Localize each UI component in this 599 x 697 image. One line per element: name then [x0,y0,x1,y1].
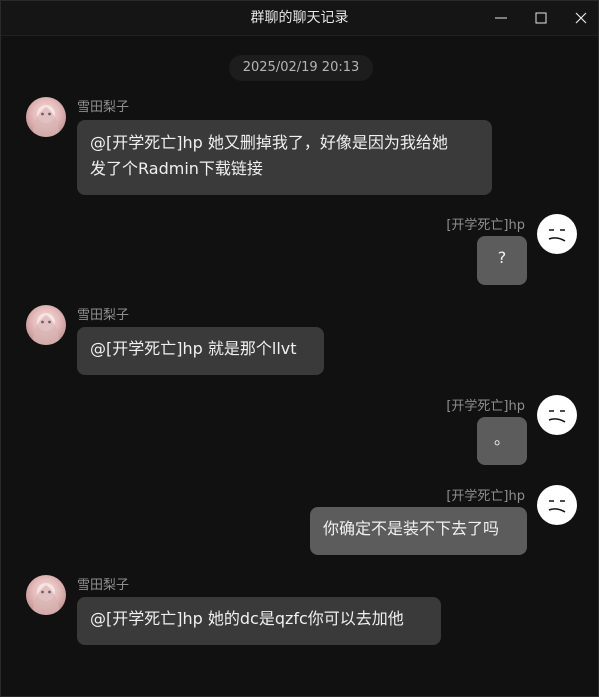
message-bubble[interactable]: @[开学死亡]hp 她的dc是qzfc你可以去加他 [77,597,441,645]
sender-name: 雪田梨子 [77,100,130,115]
message-text: @[开学死亡]hp 她的dc是qzfc你可以去加他 [90,609,404,628]
sender-avatar[interactable] [26,305,66,345]
close-button[interactable] [561,1,599,35]
meh-face-avatar-icon [548,500,566,513]
chat-history-window: 群聊的聊天记录 2025/02/19 20:13 雪田梨子 @[开学死亡]hp … [0,0,599,697]
message-bubble[interactable]: @[开学死亡]hp 她又删掉我了，好像是因为我给她 发了个Radmin下载链接 [77,120,492,195]
message-bubble[interactable]: @[开学死亡]hp 就是那个llvt [77,327,324,375]
maximize-button[interactable] [521,1,561,35]
self-avatar[interactable] [537,485,577,525]
sender-name: [开学死亡]hp [446,218,525,233]
date-separator: 2025/02/19 20:13 [229,55,373,81]
title-bar: 群聊的聊天记录 [1,1,598,36]
anime-girl-avatar-icon [32,583,60,615]
minimize-icon [495,17,507,19]
sender-name: [开学死亡]hp [446,399,525,414]
message-line: 发了个Radmin下载链接 [90,159,263,178]
sender-avatar[interactable] [26,97,66,137]
meh-face-avatar-icon [548,410,566,423]
sender-name: [开学死亡]hp [446,489,525,504]
message-bubble[interactable]: 你确定不是装不下去了吗 [310,507,527,555]
message-text: 你确定不是装不下去了吗 [323,519,500,538]
anime-girl-avatar-icon [32,105,60,137]
sender-name: 雪田梨子 [77,308,130,323]
maximize-icon [535,12,547,24]
message-line: @[开学死亡]hp 她又删掉我了，好像是因为我给她 [90,133,448,152]
message-text: @[开学死亡]hp 就是那个llvt [90,339,297,358]
self-avatar[interactable] [537,214,577,254]
minimize-button[interactable] [481,1,521,35]
message-text: 。 [493,429,510,448]
sender-avatar[interactable] [26,575,66,615]
meh-face-avatar-icon [548,229,566,242]
anime-girl-avatar-icon [32,313,60,345]
self-avatar[interactable] [537,395,577,435]
close-icon [575,12,587,24]
sender-name: 雪田梨子 [77,578,130,593]
message-bubble[interactable]: 。 [477,417,527,465]
message-bubble[interactable]: ? [477,236,527,285]
message-text: ? [497,248,507,267]
